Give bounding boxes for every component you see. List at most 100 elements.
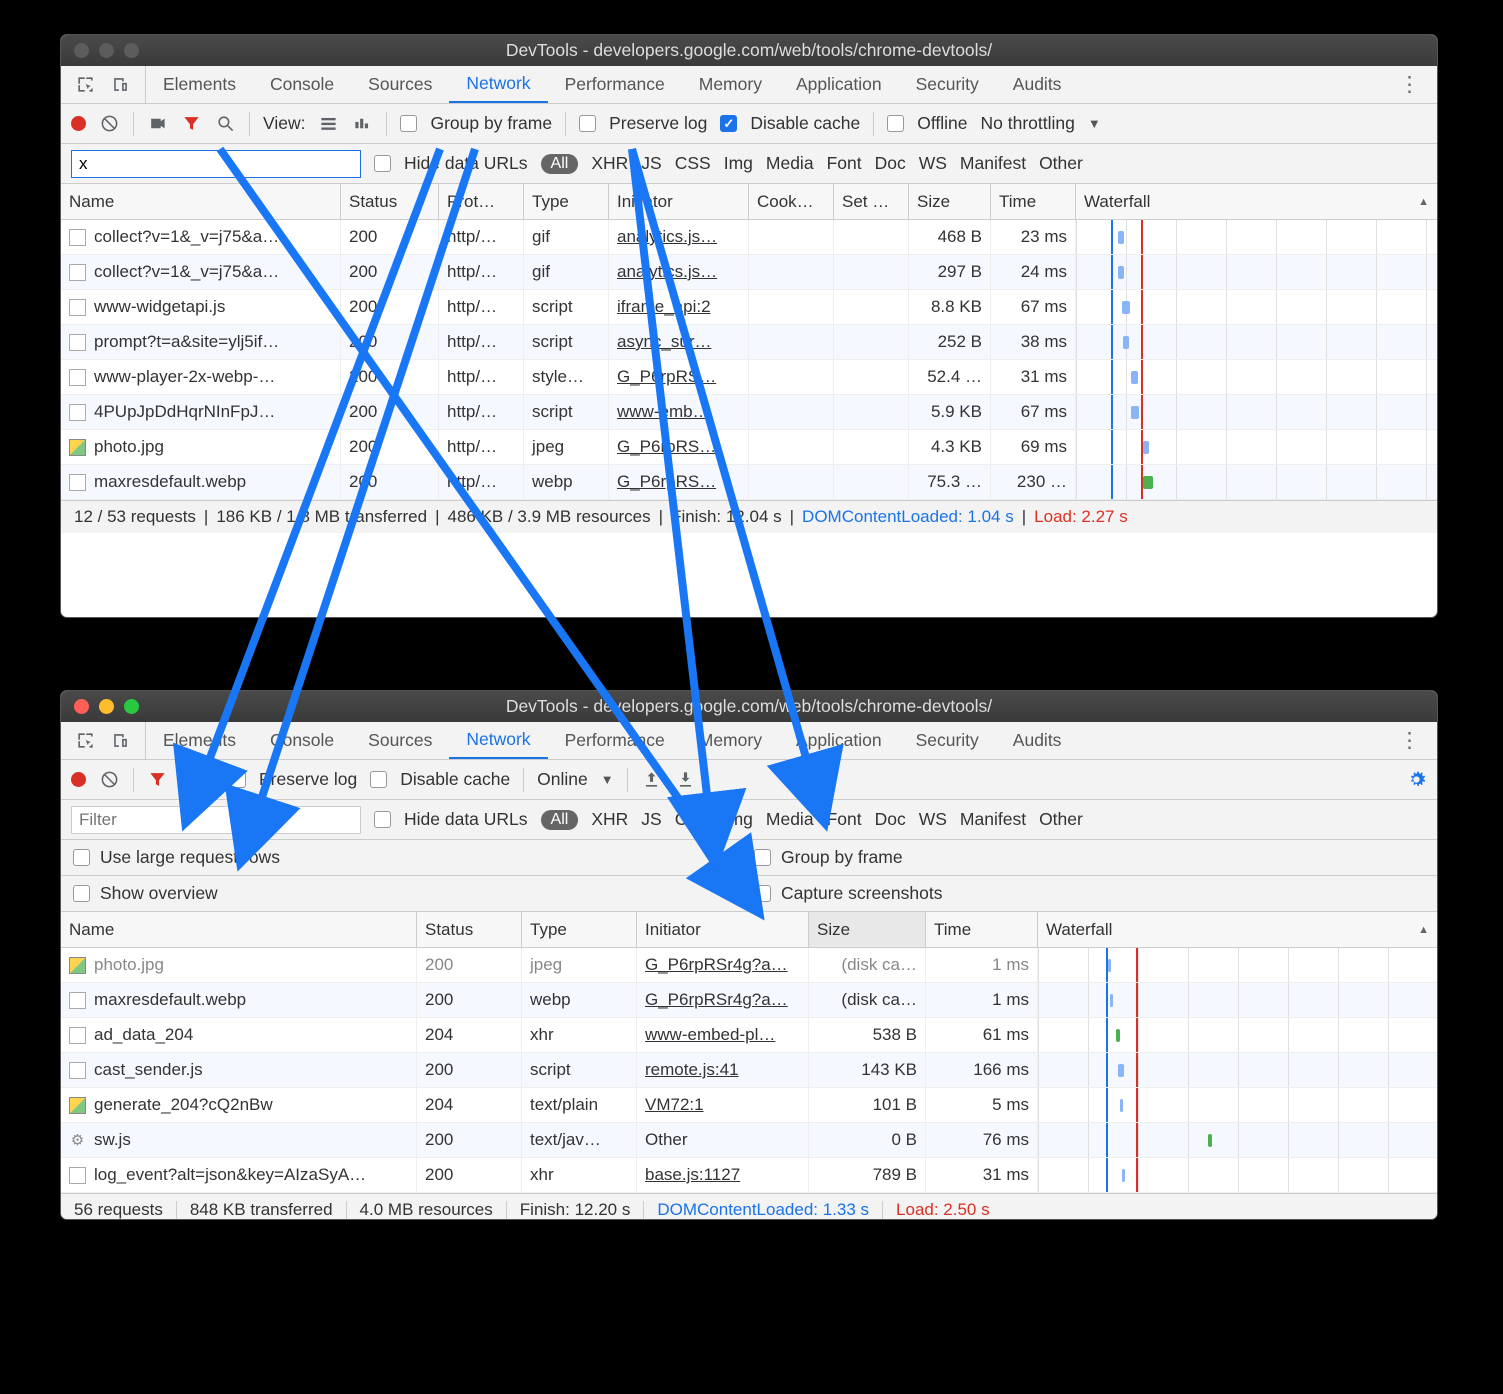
tab-application[interactable]: Application bbox=[779, 722, 899, 759]
show-overview-checkbox[interactable] bbox=[73, 885, 90, 902]
inspect-icon[interactable] bbox=[75, 75, 96, 94]
tab-security[interactable]: Security bbox=[899, 66, 996, 103]
hide-data-urls-checkbox[interactable] bbox=[374, 155, 391, 172]
filter-icon[interactable] bbox=[147, 770, 168, 789]
group-by-frame-checkbox[interactable] bbox=[754, 849, 771, 866]
throttling-select[interactable]: No throttling bbox=[981, 113, 1075, 134]
table-row[interactable]: maxresdefault.webp200webpG_P6rpRSr4g?a…(… bbox=[61, 983, 1437, 1018]
col-size[interactable]: Size bbox=[809, 912, 926, 947]
device-mode-icon[interactable] bbox=[110, 75, 131, 94]
table-row[interactable]: cast_sender.js200scriptremote.js:41143 K… bbox=[61, 1053, 1437, 1088]
tab-console[interactable]: Console bbox=[253, 722, 351, 759]
col-name[interactable]: Name bbox=[61, 912, 417, 947]
overview-icon[interactable] bbox=[352, 114, 373, 133]
maximize-icon[interactable] bbox=[124, 699, 139, 714]
upload-icon[interactable] bbox=[641, 770, 662, 789]
record-button[interactable] bbox=[71, 116, 86, 131]
filter-font[interactable]: Font bbox=[827, 809, 862, 830]
large-rows-icon[interactable] bbox=[318, 114, 339, 133]
titlebar[interactable]: DevTools - developers.google.com/web/too… bbox=[61, 35, 1437, 66]
table-row[interactable]: 4PUpJpDdHqrNInFpJ…200http/…scriptwww-emb… bbox=[61, 395, 1437, 430]
col-cookies[interactable]: Cook… bbox=[749, 184, 834, 219]
table-row[interactable]: log_event?alt=json&key=AIzaSyA…200xhrbas… bbox=[61, 1158, 1437, 1193]
filter-all[interactable]: All bbox=[541, 810, 579, 830]
throttling-select[interactable]: Online bbox=[537, 769, 588, 790]
filter-input[interactable] bbox=[71, 150, 361, 178]
more-icon[interactable]: ⋮ bbox=[1382, 66, 1437, 103]
clear-icon[interactable] bbox=[99, 114, 120, 133]
filter-all[interactable]: All bbox=[541, 154, 579, 174]
col-type[interactable]: Type bbox=[524, 184, 609, 219]
tab-performance[interactable]: Performance bbox=[548, 722, 682, 759]
table-row[interactable]: collect?v=1&_v=j75&a…200http/…gifanalyti… bbox=[61, 255, 1437, 290]
col-time[interactable]: Time bbox=[991, 184, 1076, 219]
filter-img[interactable]: Img bbox=[724, 809, 753, 830]
tab-audits[interactable]: Audits bbox=[996, 722, 1079, 759]
table-row[interactable]: ⚙sw.js200text/jav…Other0 B76 ms bbox=[61, 1123, 1437, 1158]
col-waterfall[interactable]: Waterfall▲ bbox=[1076, 184, 1437, 219]
table-row[interactable]: generate_204?cQ2nBw204text/plainVM72:110… bbox=[61, 1088, 1437, 1123]
col-status[interactable]: Status bbox=[341, 184, 439, 219]
tab-network[interactable]: Network bbox=[449, 66, 547, 103]
preserve-log-checkbox[interactable] bbox=[229, 771, 246, 788]
col-name[interactable]: Name bbox=[61, 184, 341, 219]
col-initiator[interactable]: Initiator bbox=[637, 912, 809, 947]
close-icon[interactable] bbox=[74, 43, 89, 58]
tab-network[interactable]: Network bbox=[449, 722, 547, 759]
preserve-log-checkbox[interactable] bbox=[579, 115, 596, 132]
large-rows-checkbox[interactable] bbox=[73, 849, 90, 866]
col-time[interactable]: Time bbox=[926, 912, 1038, 947]
camera-icon[interactable] bbox=[147, 114, 168, 133]
download-icon[interactable] bbox=[675, 770, 696, 789]
tab-sources[interactable]: Sources bbox=[351, 66, 449, 103]
tab-audits[interactable]: Audits bbox=[996, 66, 1079, 103]
tab-elements[interactable]: Elements bbox=[146, 722, 253, 759]
col-setcookies[interactable]: Set … bbox=[834, 184, 909, 219]
group-by-frame-checkbox[interactable] bbox=[400, 115, 417, 132]
table-row[interactable]: photo.jpg200http/…jpegG_P6rpRS…4.3 KB69 … bbox=[61, 430, 1437, 465]
filter-doc[interactable]: Doc bbox=[875, 153, 906, 174]
col-type[interactable]: Type bbox=[522, 912, 637, 947]
titlebar[interactable]: DevTools - developers.google.com/web/too… bbox=[61, 691, 1437, 722]
hide-data-urls-checkbox[interactable] bbox=[374, 811, 391, 828]
col-protocol[interactable]: Prot… bbox=[439, 184, 524, 219]
record-button[interactable] bbox=[71, 772, 86, 787]
tab-security[interactable]: Security bbox=[899, 722, 996, 759]
filter-icon[interactable] bbox=[181, 114, 202, 133]
filter-img[interactable]: Img bbox=[724, 153, 753, 174]
disable-cache-checkbox[interactable] bbox=[370, 771, 387, 788]
filter-media[interactable]: Media bbox=[766, 153, 814, 174]
filter-font[interactable]: Font bbox=[827, 153, 862, 174]
table-row[interactable]: photo.jpg200jpegG_P6rpRSr4g?a…(disk ca…1… bbox=[61, 948, 1437, 983]
tab-application[interactable]: Application bbox=[779, 66, 899, 103]
disable-cache-checkbox[interactable]: ✓ bbox=[720, 115, 737, 132]
table-row[interactable]: www-widgetapi.js200http/…scriptiframe_ap… bbox=[61, 290, 1437, 325]
tab-elements[interactable]: Elements bbox=[146, 66, 253, 103]
chevron-down-icon[interactable]: ▼ bbox=[601, 772, 614, 787]
tab-memory[interactable]: Memory bbox=[682, 66, 779, 103]
filter-css[interactable]: CSS bbox=[675, 809, 711, 830]
table-row[interactable]: ad_data_204204xhrwww-embed-pl…538 B61 ms bbox=[61, 1018, 1437, 1053]
table-row[interactable]: www-player-2x-webp-…200http/…style…G_P6r… bbox=[61, 360, 1437, 395]
minimize-icon[interactable] bbox=[99, 699, 114, 714]
device-mode-icon[interactable] bbox=[110, 731, 131, 750]
col-waterfall[interactable]: Waterfall▲ bbox=[1038, 912, 1437, 947]
filter-other[interactable]: Other bbox=[1039, 153, 1083, 174]
gear-icon[interactable] bbox=[1406, 770, 1427, 789]
inspect-icon[interactable] bbox=[75, 731, 96, 750]
filter-media[interactable]: Media bbox=[766, 809, 814, 830]
minimize-icon[interactable] bbox=[99, 43, 114, 58]
filter-manifest[interactable]: Manifest bbox=[960, 809, 1026, 830]
filter-js[interactable]: JS bbox=[641, 809, 661, 830]
offline-checkbox[interactable] bbox=[887, 115, 904, 132]
table-row[interactable]: prompt?t=a&site=ylj5if…200http/…scriptas… bbox=[61, 325, 1437, 360]
filter-ws[interactable]: WS bbox=[919, 809, 947, 830]
tab-memory[interactable]: Memory bbox=[682, 722, 779, 759]
more-icon[interactable]: ⋮ bbox=[1382, 722, 1437, 759]
filter-css[interactable]: CSS bbox=[675, 153, 711, 174]
col-status[interactable]: Status bbox=[417, 912, 522, 947]
filter-js[interactable]: JS bbox=[641, 153, 661, 174]
filter-other[interactable]: Other bbox=[1039, 809, 1083, 830]
filter-manifest[interactable]: Manifest bbox=[960, 153, 1026, 174]
tab-performance[interactable]: Performance bbox=[548, 66, 682, 103]
